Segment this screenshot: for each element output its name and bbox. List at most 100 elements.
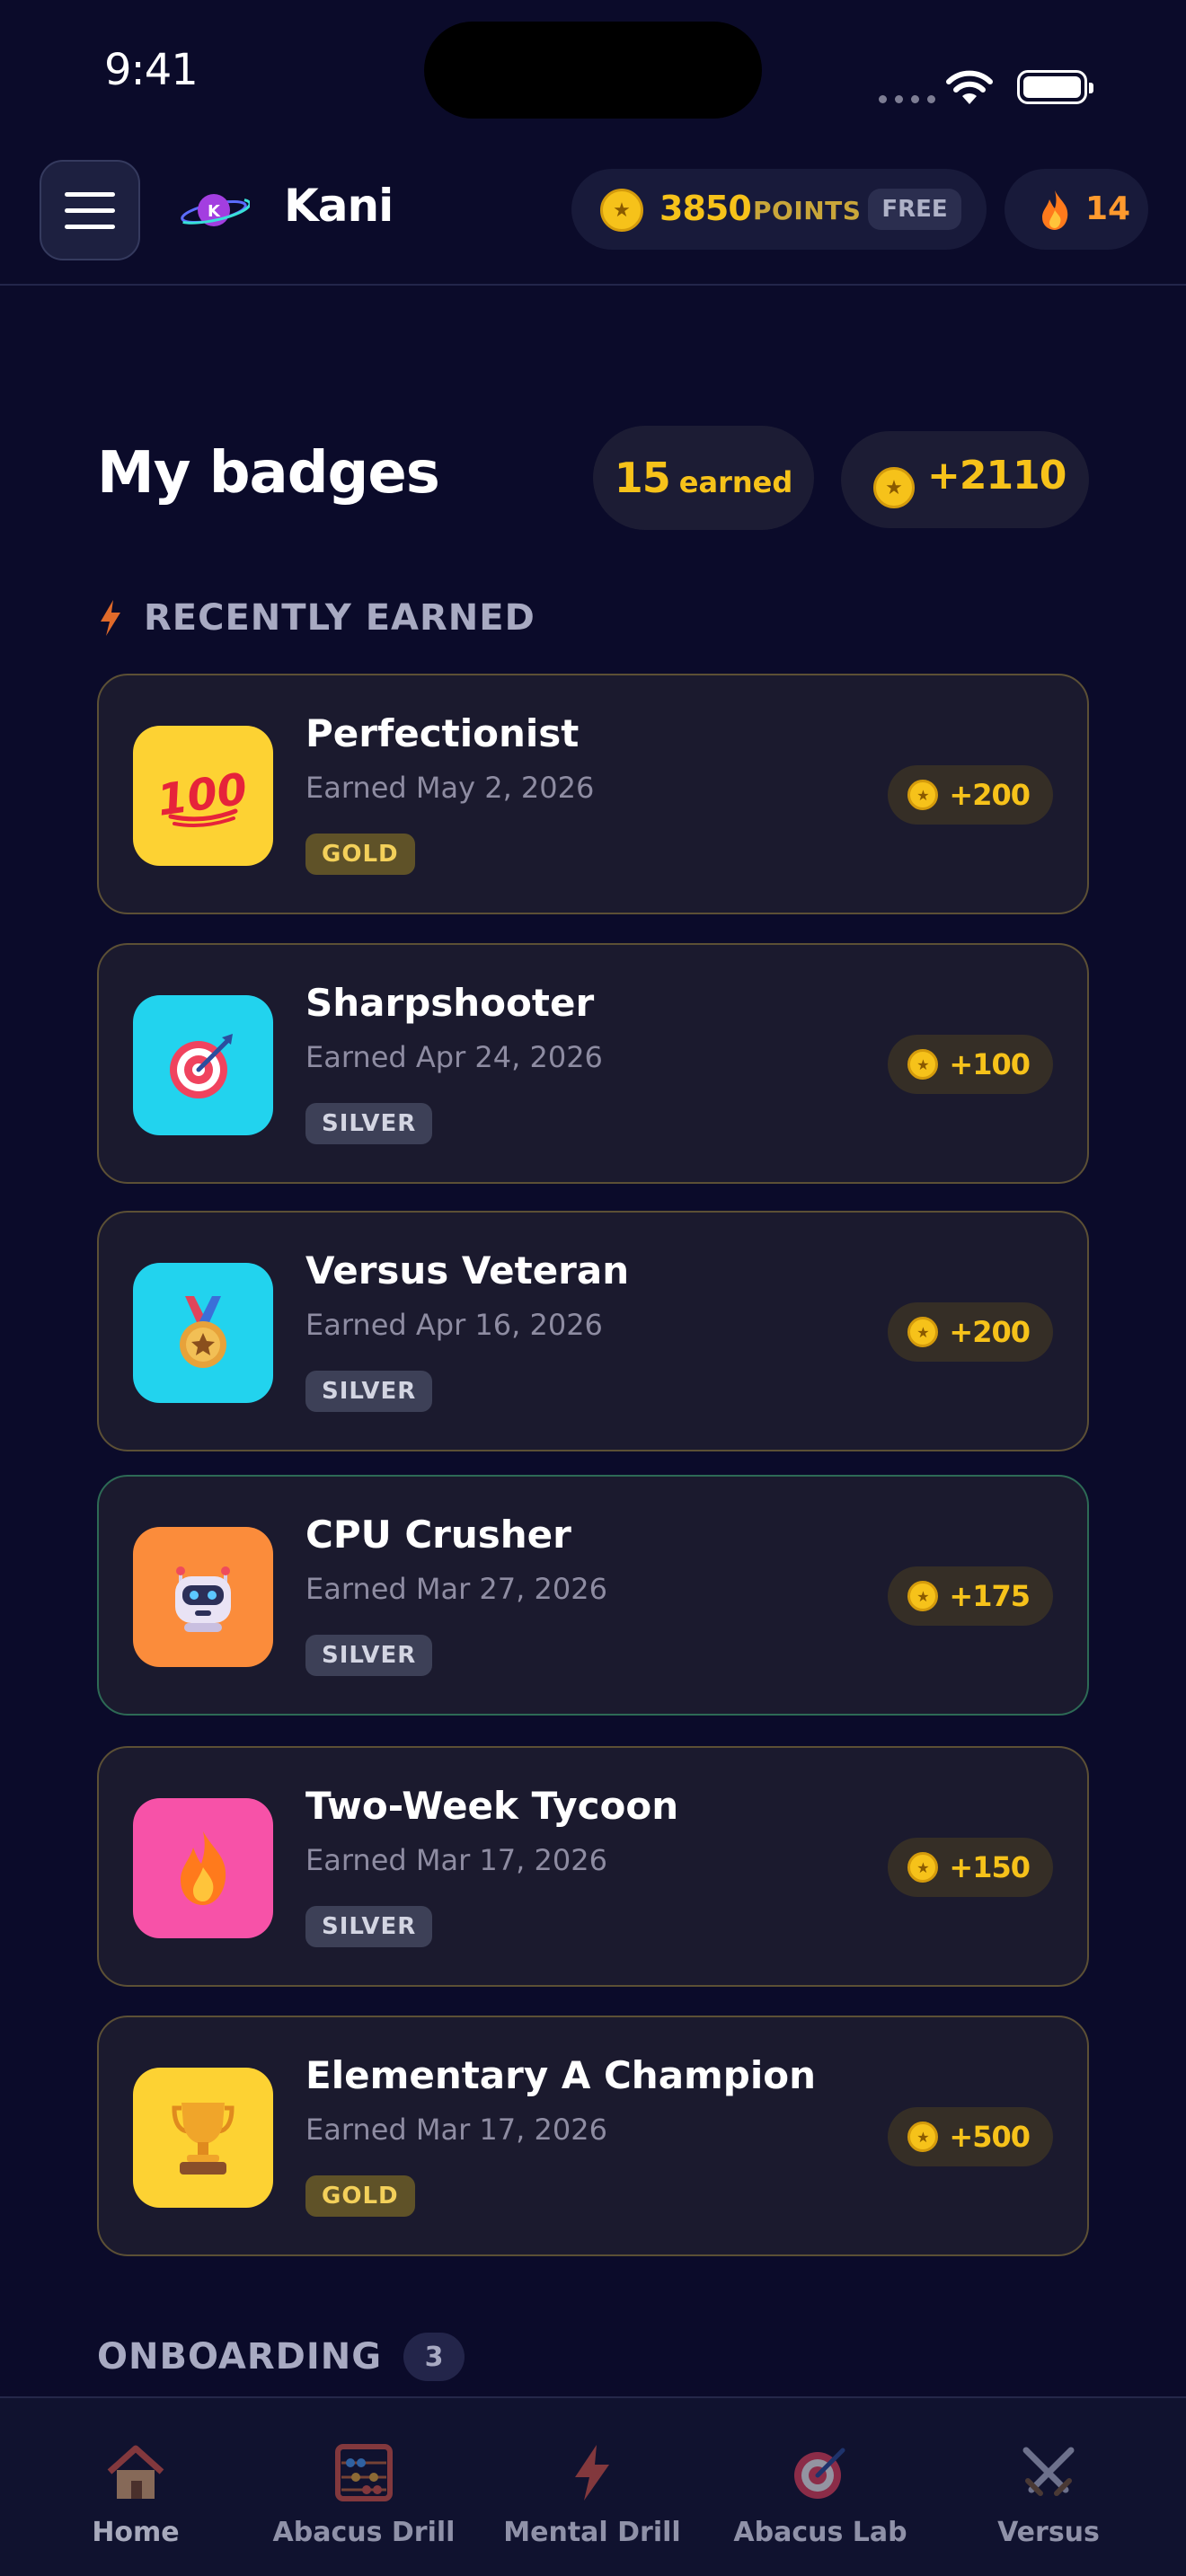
earned-count-pill: 15 earned bbox=[593, 426, 814, 530]
target-icon bbox=[794, 2448, 845, 2499]
coin-icon: ★ bbox=[873, 467, 915, 508]
earned-count: 15 bbox=[614, 454, 671, 502]
badges-screen: 9:41 K Kani ★ 3850 POINTS FREE 14 My bad… bbox=[0, 0, 1186, 2576]
section-label: ONBOARDING bbox=[97, 2336, 383, 2378]
lightning-icon bbox=[575, 2445, 609, 2501]
cellular-signal-icon bbox=[879, 95, 935, 103]
badge-tier: SILVER bbox=[305, 1103, 433, 1144]
reward-points: +150 bbox=[949, 1850, 1031, 1884]
badge-reward: ★ +500 bbox=[888, 2107, 1053, 2166]
app-header: K Kani ★ 3850 POINTS FREE 14 bbox=[0, 153, 1186, 286]
nav-item-abacus-lab[interactable]: Abacus Lab bbox=[706, 2398, 934, 2576]
badge-name: Perfectionist bbox=[305, 711, 580, 755]
status-bar: 9:41 bbox=[0, 0, 1186, 144]
menu-button[interactable] bbox=[40, 160, 140, 260]
coin-icon: ★ bbox=[907, 1581, 939, 1611]
badge-card[interactable]: Elementary A Champion Earned Mar 17, 202… bbox=[97, 2016, 1089, 2256]
coin-icon: ★ bbox=[907, 1852, 939, 1883]
reward-points: +175 bbox=[949, 1579, 1031, 1613]
nav-item-abacus-drill[interactable]: Abacus Drill bbox=[250, 2398, 478, 2576]
nav-label: Home bbox=[92, 2517, 180, 2548]
badge-tier: SILVER bbox=[305, 1635, 433, 1676]
menu-icon-bar bbox=[65, 224, 115, 229]
home-icon bbox=[107, 2445, 164, 2499]
bottom-nav: Home Abacus Drill Mental Drill Abacus La… bbox=[0, 2396, 1186, 2576]
page-title: My badges bbox=[97, 440, 440, 507]
points-label: POINTS bbox=[753, 196, 862, 225]
fire-icon bbox=[133, 1798, 273, 1938]
lightning-icon bbox=[101, 600, 120, 636]
reward-points: +200 bbox=[949, 778, 1031, 812]
nav-label: Abacus Lab bbox=[733, 2517, 907, 2548]
badge-date: Earned Mar 17, 2026 bbox=[305, 2113, 607, 2147]
badge-card[interactable]: Two-Week Tycoon Earned Mar 17, 2026 SILV… bbox=[97, 1746, 1089, 1987]
total-points-pill: ★ +2110 bbox=[841, 431, 1089, 528]
nav-item-home[interactable]: Home bbox=[22, 2398, 250, 2576]
nav-item-versus[interactable]: Versus bbox=[934, 2398, 1163, 2576]
nav-label: Abacus Drill bbox=[272, 2517, 456, 2548]
battery-icon bbox=[1017, 70, 1093, 104]
onboarding-header[interactable]: ONBOARDING 3 bbox=[97, 2332, 465, 2382]
section-label: RECENTLY EARNED bbox=[144, 597, 535, 639]
menu-icon-bar bbox=[65, 207, 115, 213]
badge-name: Sharpshooter bbox=[305, 981, 595, 1025]
points-value: 3850 bbox=[659, 189, 752, 228]
reward-points: +500 bbox=[949, 2120, 1031, 2154]
badge-reward: ★ +200 bbox=[888, 1302, 1053, 1362]
badge-name: Elementary A Champion bbox=[305, 2053, 817, 2097]
badge-date: Earned May 2, 2026 bbox=[305, 771, 595, 805]
wifi-icon bbox=[946, 70, 993, 104]
points-pill[interactable]: ★ 3850 POINTS FREE bbox=[571, 169, 987, 250]
menu-icon-bar bbox=[65, 191, 115, 197]
reward-points: +200 bbox=[949, 1315, 1031, 1349]
badge-tier: GOLD bbox=[305, 2175, 415, 2217]
badge-card[interactable]: 100 Perfectionist Earned May 2, 2026 GOL… bbox=[97, 674, 1089, 914]
total-points-value: +2110 bbox=[927, 453, 1067, 498]
badge-name: Two-Week Tycoon bbox=[305, 1784, 679, 1828]
badge-reward: ★ +150 bbox=[888, 1838, 1053, 1897]
coin-icon: ★ bbox=[907, 1049, 939, 1080]
badge-card[interactable]: Sharpshooter Earned Apr 24, 2026 SILVER … bbox=[97, 943, 1089, 1184]
badge-reward: ★ +175 bbox=[888, 1566, 1053, 1626]
nav-label: Versus bbox=[997, 2517, 1100, 2548]
recently-earned-header: RECENTLY EARNED bbox=[97, 593, 535, 643]
logo-letter: K bbox=[208, 202, 221, 221]
hundred-points-icon: 100 bbox=[133, 726, 273, 866]
trophy-icon bbox=[133, 2068, 273, 2208]
badge-card[interactable]: Versus Veteran Earned Apr 16, 2026 SILVE… bbox=[97, 1211, 1089, 1451]
badge-date: Earned Apr 24, 2026 bbox=[305, 1040, 603, 1074]
crossed-swords-icon bbox=[1022, 2447, 1075, 2496]
abacus-icon bbox=[335, 2444, 393, 2501]
badge-date: Earned Apr 16, 2026 bbox=[305, 1308, 603, 1342]
flame-icon bbox=[1042, 190, 1068, 230]
badge-reward: ★ +200 bbox=[888, 765, 1053, 825]
badge-name: CPU Crusher bbox=[305, 1513, 571, 1557]
streak-value: 14 bbox=[1085, 190, 1131, 227]
planet-logo-icon: K bbox=[181, 194, 250, 226]
section-count-badge: 3 bbox=[403, 2333, 465, 2381]
coin-icon: ★ bbox=[907, 780, 939, 810]
earned-label: earned bbox=[678, 465, 793, 499]
badge-tier: SILVER bbox=[305, 1906, 433, 1947]
badge-name: Versus Veteran bbox=[305, 1248, 630, 1292]
app-name: Kani bbox=[284, 180, 394, 232]
nav-label: Mental Drill bbox=[503, 2517, 681, 2548]
reward-points: +100 bbox=[949, 1047, 1031, 1081]
plan-badge: FREE bbox=[868, 189, 961, 230]
status-time: 9:41 bbox=[104, 45, 199, 95]
coin-icon: ★ bbox=[600, 189, 643, 232]
streak-pill[interactable]: 14 bbox=[1005, 169, 1148, 250]
nav-item-mental-drill[interactable]: Mental Drill bbox=[478, 2398, 706, 2576]
coin-icon: ★ bbox=[907, 2122, 939, 2152]
badge-tier: SILVER bbox=[305, 1371, 433, 1412]
badge-reward: ★ +100 bbox=[888, 1035, 1053, 1094]
coin-icon: ★ bbox=[907, 1317, 939, 1347]
badge-card[interactable]: CPU Crusher Earned Mar 27, 2026 SILVER ★… bbox=[97, 1475, 1089, 1716]
badge-date: Earned Mar 17, 2026 bbox=[305, 1843, 607, 1877]
dynamic-island bbox=[424, 22, 762, 119]
robot-icon bbox=[133, 1527, 273, 1667]
badge-date: Earned Mar 27, 2026 bbox=[305, 1572, 607, 1606]
target-icon bbox=[133, 995, 273, 1135]
medal-icon bbox=[133, 1263, 273, 1403]
badge-tier: GOLD bbox=[305, 834, 415, 875]
